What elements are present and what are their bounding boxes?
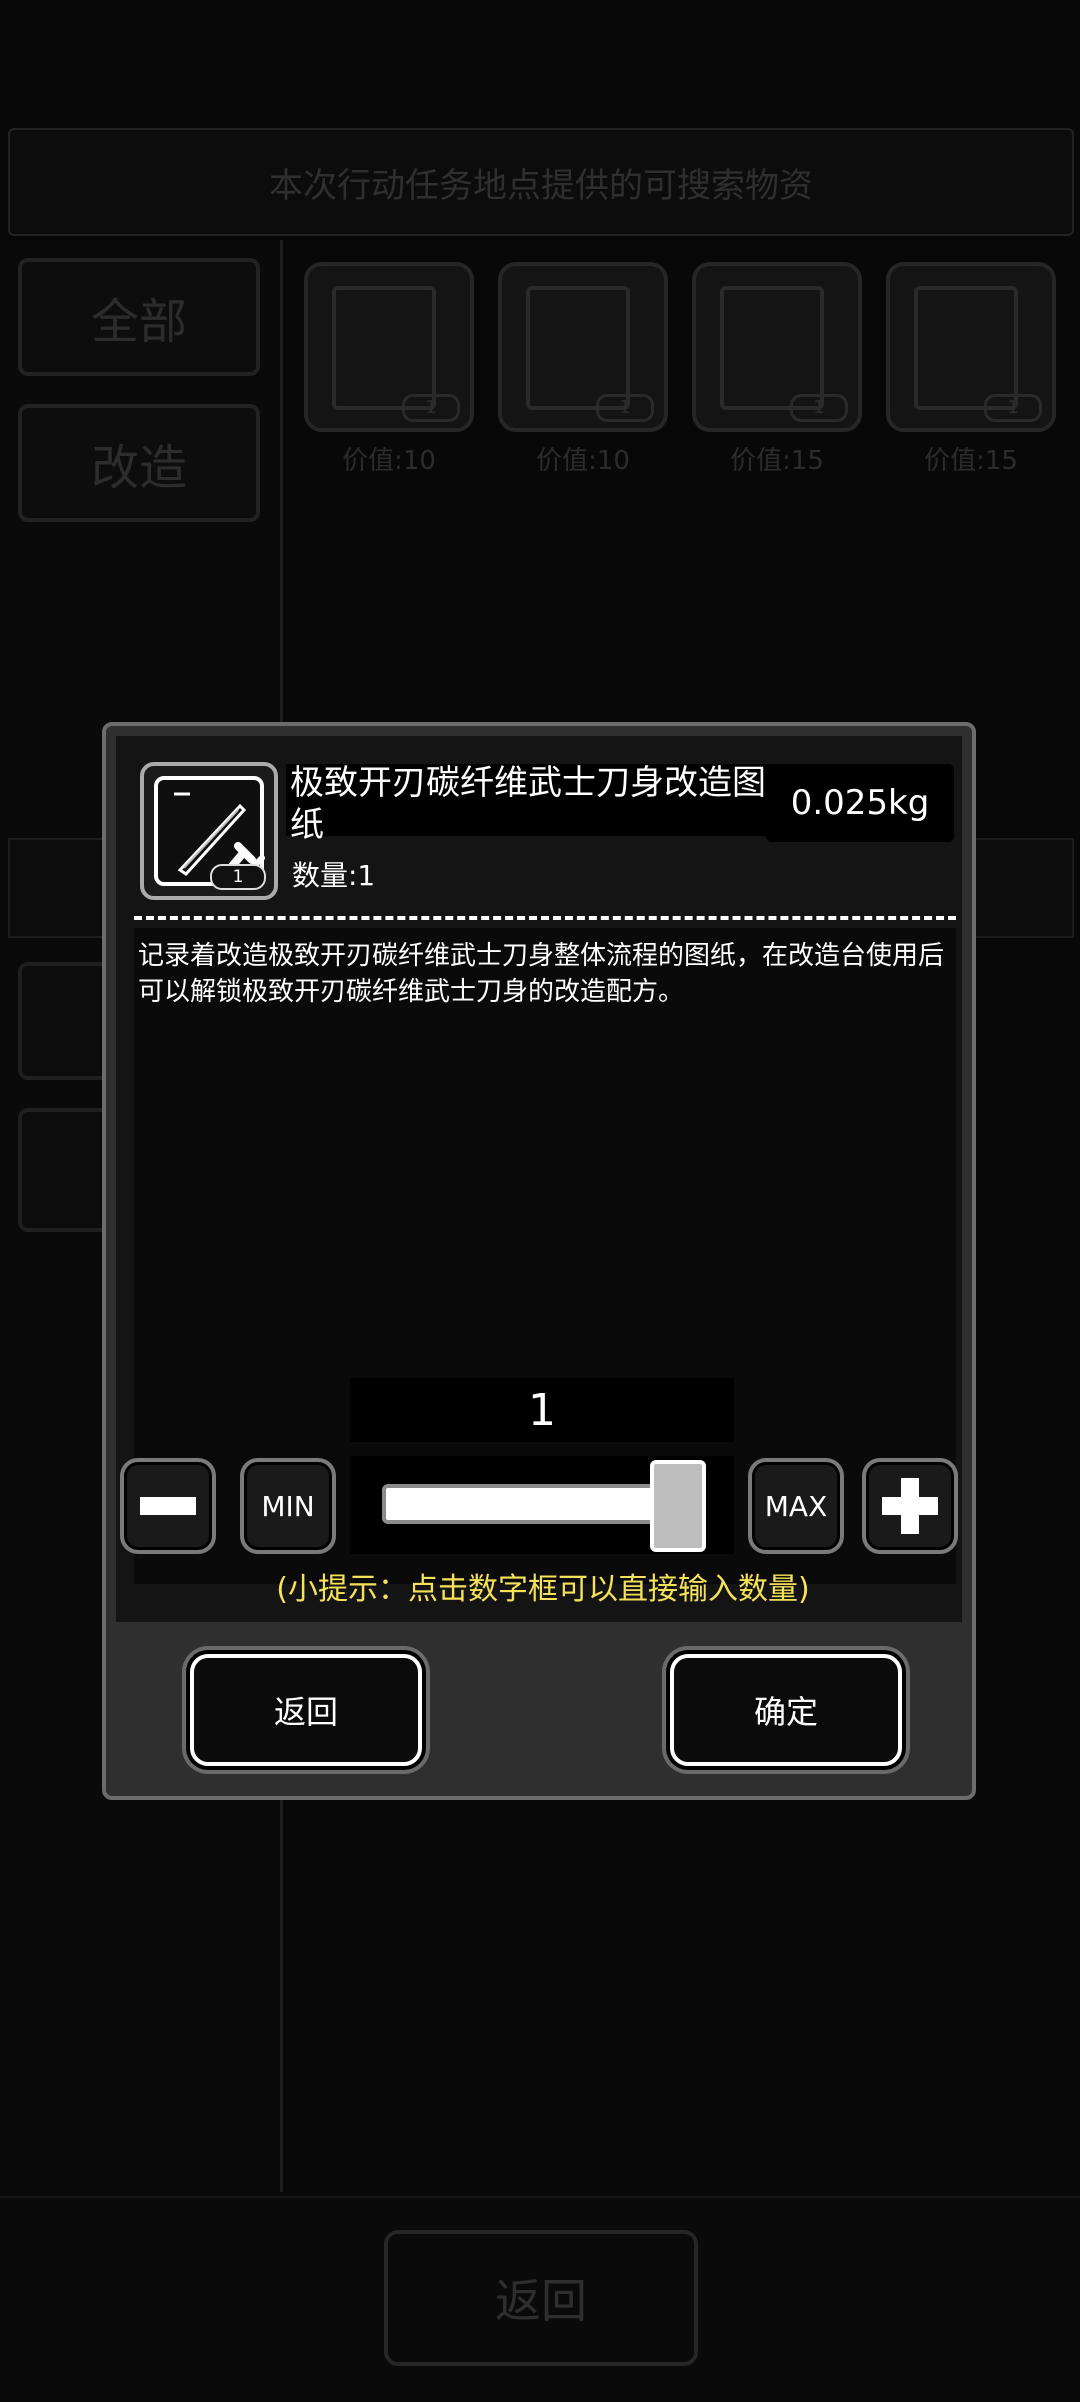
item-count: 1 bbox=[790, 394, 848, 422]
max-button[interactable]: MAX bbox=[748, 1458, 844, 1554]
increase-button[interactable] bbox=[862, 1458, 958, 1554]
loot-item-slot[interactable]: 1 价值:15 bbox=[692, 262, 862, 476]
input-hint: (小提示：点击数字框可以直接输入数量) bbox=[276, 1572, 810, 1607]
item-value: 价值:10 bbox=[342, 446, 436, 476]
amount-input[interactable]: 1 bbox=[350, 1378, 734, 1442]
slider-thumb[interactable] bbox=[650, 1460, 706, 1552]
divider bbox=[134, 916, 956, 920]
screen-return-button[interactable]: 返回 bbox=[384, 2230, 698, 2366]
item-count: 1 bbox=[596, 394, 654, 422]
tab-all[interactable]: 全部 bbox=[18, 258, 260, 376]
max-label: MAX bbox=[764, 1489, 828, 1523]
blueprint-icon: 1 bbox=[304, 262, 474, 432]
confirm-button[interactable]: 确定 bbox=[670, 1654, 902, 1766]
item-count: 1 bbox=[984, 394, 1042, 422]
item-value: 价值:15 bbox=[730, 446, 824, 476]
min-button[interactable]: MIN bbox=[240, 1458, 336, 1554]
item-name: 极致开刃碳纤维武士刀身改造图纸 bbox=[290, 763, 766, 845]
item-count: 1 bbox=[402, 394, 460, 422]
item-count-badge: 1 bbox=[210, 864, 266, 890]
search-supplies-header: 本次行动任务地点提供的可搜索物资 bbox=[8, 128, 1074, 236]
tab-modify[interactable]: 改造 bbox=[18, 404, 260, 522]
blueprint-icon: 1 bbox=[692, 262, 862, 432]
decrease-button[interactable] bbox=[120, 1458, 216, 1554]
item-value: 价值:15 bbox=[924, 446, 1018, 476]
blueprint-icon: 1 bbox=[498, 262, 668, 432]
back-button[interactable]: 返回 bbox=[190, 1654, 422, 1766]
loot-item-slot[interactable]: 1 价值:15 bbox=[886, 262, 1056, 476]
amount-slider[interactable] bbox=[350, 1456, 734, 1554]
minus-icon bbox=[140, 1497, 196, 1515]
min-label: MIN bbox=[261, 1489, 315, 1523]
blueprint-icon: 1 bbox=[140, 762, 278, 900]
blueprint-icon: 1 bbox=[886, 262, 1056, 432]
item-detail-dialog: 1 极致开刃碳纤维武士刀身改造图纸 0.025kg 数量:1 记录着改造极致开刃… bbox=[102, 722, 976, 1800]
loot-item-slot[interactable]: 1 价值:10 bbox=[498, 262, 668, 476]
item-quantity: 数量:1 bbox=[292, 859, 376, 892]
loot-item-slot[interactable]: 1 价值:10 bbox=[304, 262, 474, 476]
item-value: 价值:10 bbox=[536, 446, 630, 476]
item-weight: 0.025kg bbox=[766, 764, 954, 842]
